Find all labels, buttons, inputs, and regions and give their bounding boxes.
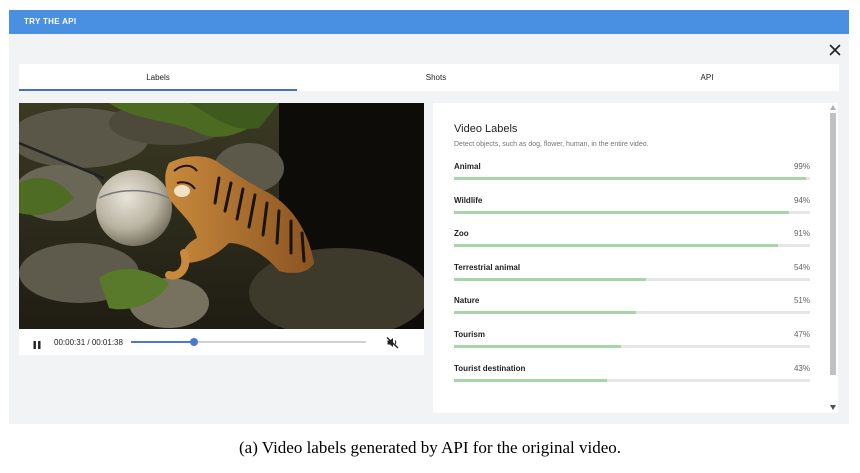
- label-name: Nature: [454, 296, 480, 306]
- confidence-bar: [454, 344, 622, 348]
- confidence-track: [454, 378, 810, 382]
- video-thumbnail: [19, 103, 424, 329]
- tab-shots[interactable]: Shots: [297, 64, 575, 91]
- confidence-bar: [454, 210, 789, 214]
- confidence-track: [454, 210, 810, 214]
- total-time: 00:01:38: [91, 337, 123, 347]
- confidence-track: [454, 177, 810, 180]
- confidence-track: [454, 244, 810, 248]
- card-title: Video Labels: [454, 123, 518, 135]
- header-title: TRY THE API: [24, 17, 77, 26]
- label-item[interactable]: Tourist destination 43%: [454, 364, 810, 398]
- pause-button[interactable]: [32, 337, 42, 349]
- label-percent: 94%: [793, 195, 810, 205]
- scroll-up-icon[interactable]: [830, 105, 836, 110]
- label-percent: 99%: [793, 162, 810, 171]
- figure-caption: (a) Video labels generated by API for th…: [239, 438, 621, 457]
- label-item[interactable]: Zoo 91%: [454, 229, 810, 263]
- seek-handle[interactable]: [190, 338, 199, 346]
- confidence-bar: [454, 311, 636, 315]
- video-labels-card: Video Labels Detect objects, such as dog…: [433, 103, 828, 413]
- confidence-bar: [454, 277, 647, 281]
- label-item[interactable]: Terrestrial animal 54%: [454, 263, 810, 297]
- tab-api[interactable]: API: [575, 64, 839, 91]
- confidence-track: [454, 344, 810, 348]
- time-separator: /: [85, 337, 92, 347]
- labels-scrollbar[interactable]: [828, 103, 838, 413]
- confidence-track: [454, 277, 810, 281]
- scroll-down-icon[interactable]: [830, 405, 836, 410]
- label-item[interactable]: Tourism 47%: [454, 330, 810, 364]
- volume-off-icon: [386, 336, 399, 348]
- header-bar: TRY THE API: [9, 10, 849, 34]
- label-name: Terrestrial animal: [454, 262, 521, 272]
- current-time: 00:00:31: [54, 337, 86, 347]
- tab-bar: Labels Shots API: [19, 64, 839, 91]
- seek-bar[interactable]: [130, 338, 366, 346]
- label-name: Tourist destination: [454, 363, 526, 373]
- card-subtitle: Detect objects, such as dog, flower, hum…: [454, 141, 649, 148]
- api-panel: Labels Shots API 00:00:31 / 00:01:38 Vid…: [9, 34, 849, 424]
- video-frame[interactable]: [19, 103, 424, 329]
- label-percent: 91%: [793, 229, 810, 239]
- label-percent: 47%: [793, 329, 810, 339]
- scroll-thumb[interactable]: [830, 113, 836, 375]
- confidence-bar: [454, 177, 807, 180]
- label-percent: 43%: [793, 363, 810, 373]
- label-name: Tourism: [454, 329, 485, 339]
- label-list: Animal 99% Wildlife 94% Zoo 91% Terrestrial…: [454, 162, 810, 397]
- confidence-track: [454, 311, 810, 315]
- confidence-bar: [454, 244, 778, 248]
- time-display: 00:00:31 / 00:01:38: [54, 338, 123, 347]
- mute-button[interactable]: [386, 336, 399, 349]
- seek-progress: [130, 341, 195, 343]
- close-button[interactable]: [827, 42, 843, 58]
- label-percent: 51%: [793, 296, 810, 306]
- label-item[interactable]: Animal 99%: [454, 162, 810, 196]
- label-name: Wildlife: [454, 195, 483, 205]
- pause-icon: [33, 341, 41, 349]
- close-icon: [829, 44, 841, 56]
- label-percent: 54%: [793, 262, 810, 272]
- label-name: Zoo: [454, 229, 469, 239]
- video-controls: 00:00:31 / 00:01:38: [19, 329, 424, 355]
- label-item[interactable]: Nature 51%: [454, 296, 810, 330]
- label-name: Animal: [454, 162, 481, 171]
- label-item[interactable]: Wildlife 94%: [454, 196, 810, 230]
- tab-labels[interactable]: Labels: [19, 64, 297, 91]
- confidence-bar: [454, 378, 608, 382]
